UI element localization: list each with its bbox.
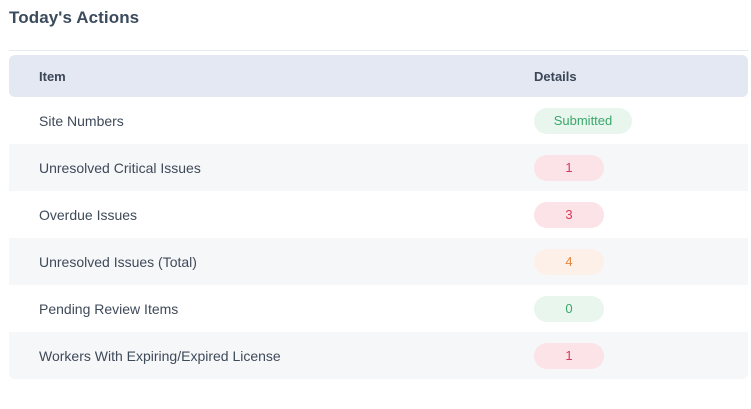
row-item-label: Site Numbers [39,112,124,129]
column-header-details: Details [534,68,577,84]
row-item-label: Unresolved Issues (Total) [39,253,197,270]
card-title: Today's Actions [9,8,140,27]
column-header-item: Item [39,68,66,84]
table-row[interactable]: Site Numbers Submitted [9,97,748,144]
count-badge: 1 [534,342,604,369]
table-row[interactable]: Unresolved Critical Issues 1 [9,144,748,191]
row-item-label: Overdue Issues [39,206,138,223]
table-row[interactable]: Overdue Issues 3 [9,191,748,238]
table-row[interactable]: Unresolved Issues (Total) 4 [9,238,748,285]
status-badge: Submitted [534,107,632,134]
count-badge: 3 [534,201,604,228]
table-header: Item Details [9,55,748,97]
count-badge: 0 [534,295,604,322]
table-row[interactable]: Workers With Expiring/Expired License 1 [9,332,748,379]
table-row[interactable]: Pending Review Items 0 [9,285,748,332]
count-badge: 1 [534,154,604,181]
title-divider [9,50,748,51]
todays-actions-card: Today's Actions Item Details Site Number… [0,0,751,409]
count-badge: 4 [534,248,604,275]
row-item-label: Unresolved Critical Issues [39,159,201,176]
row-item-label: Pending Review Items [39,300,179,317]
row-item-label: Workers With Expiring/Expired License [39,347,281,364]
actions-table: Item Details Site Numbers Submitted Unre… [9,55,748,379]
